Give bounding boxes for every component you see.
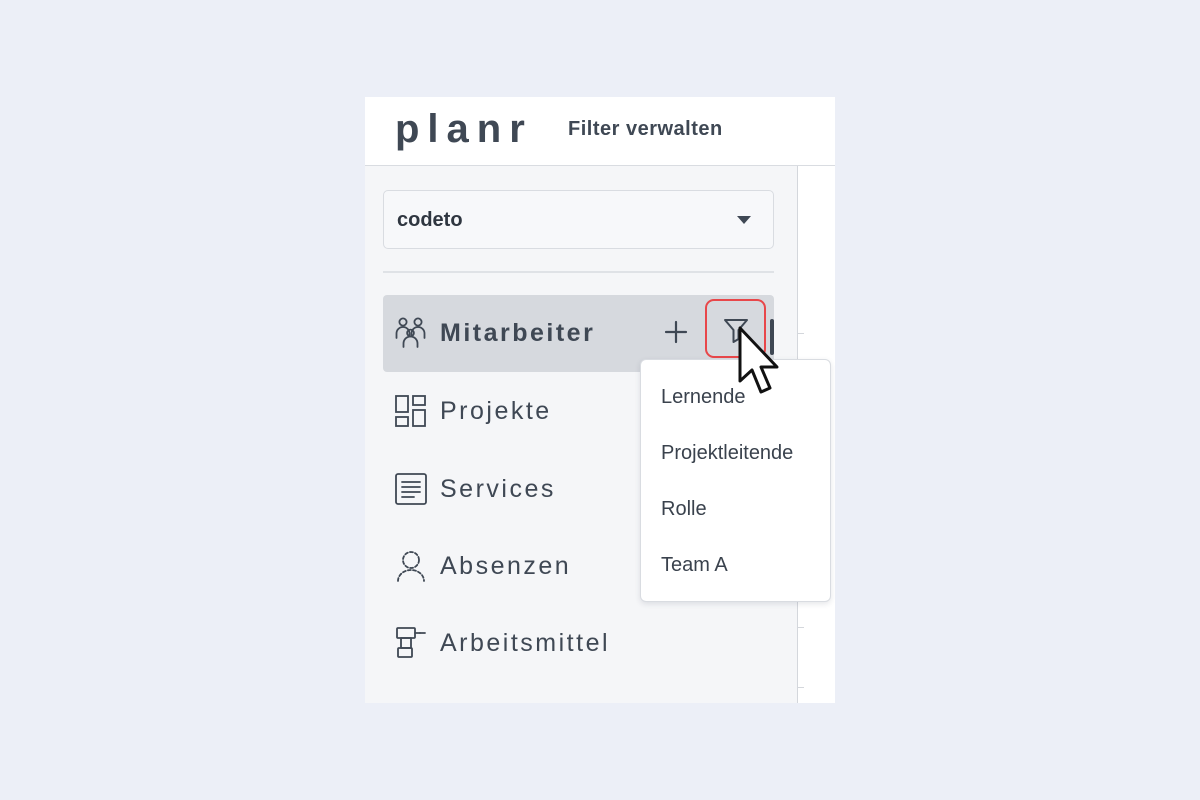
sidebar-item-label: Services	[440, 475, 556, 503]
top-bar: planr Filter verwalten	[365, 97, 835, 166]
sidebar-item-label: Projekte	[440, 397, 552, 425]
organization-select[interactable]: codeto	[383, 190, 774, 249]
mouse-pointer-icon	[738, 326, 779, 394]
users-icon	[395, 317, 426, 348]
document-list-icon	[395, 473, 427, 505]
organization-select-value: codeto	[397, 209, 463, 231]
sidebar-item-label: Mitarbeiter	[440, 319, 596, 347]
caret-down-icon	[737, 216, 751, 224]
drill-icon	[396, 627, 426, 658]
filter-option-projektleitende[interactable]: Projektleitende	[661, 442, 793, 465]
divider	[383, 271, 774, 273]
person-dashed-icon	[397, 551, 425, 582]
plus-icon[interactable]	[661, 317, 691, 347]
dashboard-icon	[395, 395, 426, 427]
app-logo[interactable]: planr	[395, 107, 533, 152]
filter-option-team-a[interactable]: Team A	[661, 554, 728, 577]
filter-manage-link[interactable]: Filter verwalten	[568, 118, 723, 141]
filter-option-lernende[interactable]: Lernende	[661, 386, 746, 409]
sidebar-item-arbeitsmittel[interactable]: Arbeitsmittel	[383, 605, 774, 682]
sidebar-item-label: Arbeitsmittel	[440, 629, 611, 657]
sidebar-item-label: Absenzen	[440, 552, 572, 580]
grid-tick	[798, 333, 804, 334]
grid-tick	[798, 687, 804, 688]
grid-tick	[798, 627, 804, 628]
app-window: planr Filter verwalten codeto Mitarbeite…	[365, 97, 835, 703]
filter-option-rolle[interactable]: Rolle	[661, 498, 707, 521]
